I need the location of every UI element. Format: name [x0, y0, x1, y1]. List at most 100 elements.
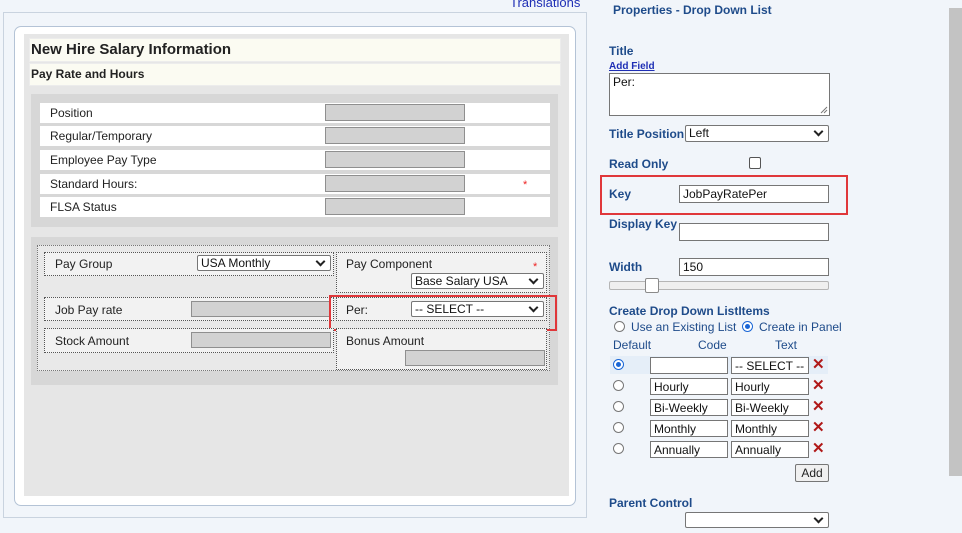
- pay-component-select[interactable]: Base Salary USA: [411, 273, 544, 289]
- list-item-text: Hourly: [735, 380, 770, 394]
- width-slider-thumb[interactable]: [645, 278, 659, 293]
- pay-component-value: Base Salary USA: [415, 274, 508, 288]
- required-marker: *: [523, 179, 528, 191]
- pay-group-cell[interactable]: Pay Group USA Monthly: [44, 252, 334, 276]
- delete-x-icon[interactable]: ✕: [812, 420, 825, 435]
- bonus-amount-cell[interactable]: Bonus Amount: [336, 328, 547, 370]
- list-item-code-input[interactable]: Monthly: [650, 420, 728, 437]
- list-item-text-input[interactable]: Monthly: [731, 420, 809, 437]
- list-item-text: Bi-Weekly: [735, 401, 789, 415]
- list-item-default-radio[interactable]: [613, 443, 624, 454]
- create-in-panel-label: Create in Panel: [759, 320, 842, 334]
- job-pay-rate-cell[interactable]: Job Pay rate: [44, 297, 334, 321]
- chevron-down-icon: [813, 513, 824, 524]
- list-item-text-input[interactable]: Hourly: [731, 378, 809, 395]
- job-pay-rate-field[interactable]: [191, 301, 331, 317]
- list-item-text: -- SELECT --: [735, 359, 805, 373]
- read-only-checkbox[interactable]: [749, 157, 761, 169]
- delete-x-icon[interactable]: ✕: [812, 357, 825, 372]
- read-only-label: Read Only: [609, 157, 669, 171]
- scrollbar[interactable]: [949, 8, 962, 476]
- job-pay-rate-label: Job Pay rate: [55, 303, 123, 317]
- chevron-down-icon: [528, 274, 539, 285]
- regular-temporary-field[interactable]: [325, 127, 465, 144]
- form-row-standard-hours[interactable]: Standard Hours: *: [40, 174, 550, 194]
- per-highlight: [329, 295, 557, 331]
- pay-component-label: Pay Component: [346, 257, 433, 271]
- resize-grip-icon[interactable]: [820, 106, 828, 114]
- list-item-code: Annually: [654, 443, 701, 457]
- list-item-default-radio[interactable]: [613, 359, 624, 370]
- width-slider[interactable]: [609, 278, 829, 293]
- bonus-amount-label: Bonus Amount: [346, 334, 425, 348]
- translations-link[interactable]: Translations: [510, 0, 580, 10]
- delete-x-icon[interactable]: ✕: [812, 378, 825, 393]
- list-item-default-radio[interactable]: [613, 380, 624, 391]
- flsa-status-field[interactable]: [325, 198, 465, 215]
- default-column-header: Default: [613, 338, 652, 352]
- code-column-header: Code: [698, 338, 727, 352]
- list-item-text-input[interactable]: Bi-Weekly: [731, 399, 809, 416]
- row-label: FLSA Status: [50, 200, 117, 214]
- list-item-default-radio[interactable]: [613, 401, 624, 412]
- form-subtitle: Pay Rate and Hours: [31, 67, 145, 81]
- row-label: Regular/Temporary: [50, 129, 153, 143]
- width-input[interactable]: 150: [679, 258, 829, 276]
- bonus-amount-field[interactable]: [405, 350, 545, 366]
- list-item-code: Bi-Weekly: [654, 401, 708, 415]
- width-value: 150: [683, 260, 704, 274]
- list-item-default-radio[interactable]: [613, 422, 624, 433]
- employee-pay-type-field[interactable]: [325, 151, 465, 168]
- form-row-employee-pay-type[interactable]: Employee Pay Type: [40, 150, 550, 170]
- list-item-code: Hourly: [654, 380, 689, 394]
- title-textarea[interactable]: Per:: [609, 73, 830, 116]
- display-key-input[interactable]: [679, 223, 829, 241]
- position-field[interactable]: [325, 104, 465, 121]
- parent-control-select[interactable]: [685, 512, 829, 528]
- list-item-code-input[interactable]: [650, 357, 728, 374]
- list-item-text-input[interactable]: Annually: [731, 441, 809, 458]
- use-existing-label: Use an Existing List: [631, 320, 737, 334]
- pay-group-select[interactable]: USA Monthly: [197, 255, 331, 271]
- stock-amount-label: Stock Amount: [55, 334, 130, 348]
- required-marker: *: [533, 261, 538, 273]
- create-items-label: Create Drop Down ListItems: [609, 304, 770, 318]
- list-item-code: Monthly: [654, 422, 697, 436]
- list-item-code-input[interactable]: Annually: [650, 441, 728, 458]
- pay-group-label: Pay Group: [55, 257, 113, 271]
- use-existing-radio[interactable]: [614, 321, 625, 332]
- standard-hours-field[interactable]: [325, 175, 465, 192]
- list-item-text: Monthly: [735, 422, 778, 436]
- form-row-flsa-status[interactable]: FLSA Status: [40, 197, 550, 217]
- form-row-regular-temporary[interactable]: Regular/Temporary: [40, 126, 550, 146]
- stock-amount-field[interactable]: [191, 332, 331, 348]
- title-position-label: Title Position: [609, 127, 685, 141]
- delete-x-icon[interactable]: ✕: [812, 399, 825, 414]
- list-item-text-input[interactable]: -- SELECT --: [731, 357, 809, 374]
- title-label: Title: [609, 44, 634, 58]
- list-item-code-input[interactable]: Bi-Weekly: [650, 399, 728, 416]
- form-row-position[interactable]: Position: [40, 103, 550, 123]
- pay-group-value: USA Monthly: [201, 256, 271, 270]
- title-position-select[interactable]: Left: [685, 125, 829, 142]
- chevron-down-icon: [813, 126, 824, 137]
- form-title: New Hire Salary Information: [31, 41, 232, 58]
- add-item-button[interactable]: Add: [795, 464, 829, 482]
- properties-header: Properties - Drop Down List: [613, 3, 772, 17]
- list-item-code-input[interactable]: Hourly: [650, 378, 728, 395]
- create-in-panel-radio[interactable]: [742, 321, 753, 332]
- add-field-link[interactable]: Add Field: [609, 61, 655, 72]
- row-label: Employee Pay Type: [50, 153, 157, 167]
- row-label: Standard Hours:: [50, 177, 138, 191]
- text-column-header: Text: [775, 338, 798, 352]
- title-value: Per:: [613, 75, 636, 89]
- parent-control-label: Parent Control: [609, 496, 693, 510]
- width-label: Width: [609, 260, 643, 274]
- chevron-down-icon: [315, 256, 326, 267]
- title-position-value: Left: [689, 126, 710, 140]
- key-highlight: [600, 175, 848, 215]
- pay-component-cell[interactable]: Pay Component * Base Salary USA: [336, 252, 547, 293]
- stock-amount-cell[interactable]: Stock Amount: [44, 328, 334, 353]
- list-item-text: Annually: [735, 443, 782, 457]
- delete-x-icon[interactable]: ✕: [812, 441, 825, 456]
